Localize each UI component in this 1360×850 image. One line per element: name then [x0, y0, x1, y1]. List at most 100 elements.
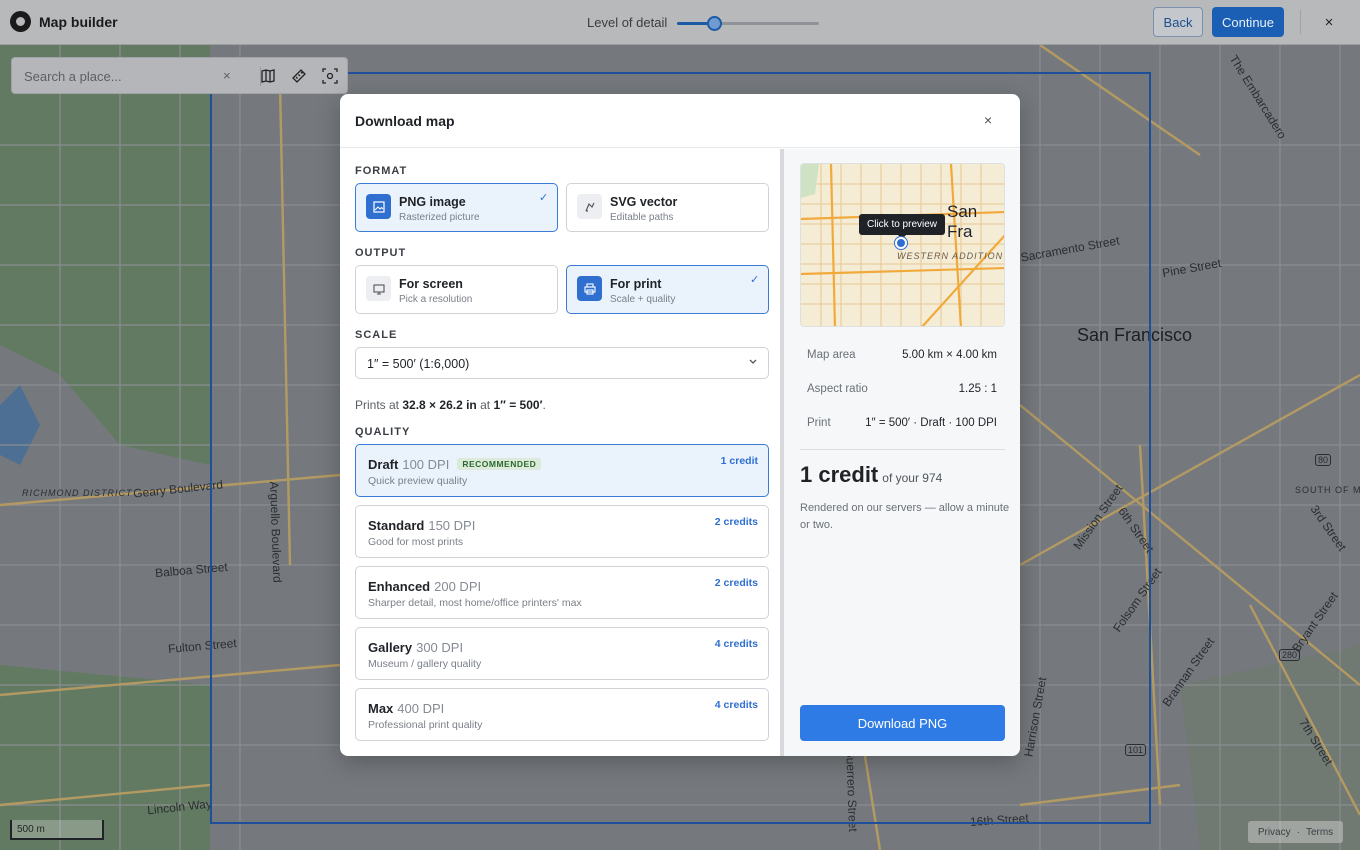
toolbar-divider	[1300, 10, 1301, 34]
format-svg-title: SVG vector	[610, 195, 678, 209]
stat-aspect-ratio: Aspect ratio 1.25 : 1	[807, 383, 997, 395]
output-print-subtitle: Scale + quality	[610, 294, 676, 305]
stat-value: 1″ = 500′ · Draft · 100 DPI	[865, 417, 997, 429]
dialog-close-icon[interactable]: ×	[984, 112, 992, 128]
quality-credits: 4 credits	[714, 699, 758, 711]
quality-credits: 2 credits	[714, 516, 758, 528]
chevron-down-icon	[748, 356, 758, 369]
summary-panel: San Fra WESTERN ADDITION Click to previe…	[784, 149, 1020, 756]
quality-credits: 1 credit	[720, 455, 758, 467]
scale-select[interactable]: 1″ = 500′ (1:6,000)	[355, 347, 769, 379]
format-svg-subtitle: Editable paths	[610, 212, 674, 223]
render-note: Rendered on our servers — allow a minute…	[800, 502, 1010, 531]
scale-section-label: SCALE	[355, 329, 398, 341]
dialog-header: Download map ×	[340, 94, 1020, 148]
credit-total: 1 credit	[800, 462, 879, 487]
recommended-badge: RECOMMENDED	[457, 458, 542, 470]
quality-credits: 2 credits	[714, 577, 758, 589]
map-icon[interactable]	[260, 68, 276, 84]
quality-gallery-card[interactable]: Gallery 300 DPI Museum / gallery quality …	[355, 627, 769, 680]
format-png-subtitle: Rasterized picture	[399, 212, 480, 223]
app-title: Map builder	[39, 13, 118, 30]
quality-description: Good for most prints	[368, 536, 464, 548]
check-icon: ✓	[539, 192, 549, 204]
privacy-link[interactable]: Privacy	[1258, 827, 1291, 838]
map-scale-bar: 500 m	[10, 820, 104, 840]
quality-enhanced-card[interactable]: Enhanced 200 DPI Sharper detail, most hom…	[355, 566, 769, 619]
output-screen-title: For screen	[399, 277, 463, 291]
stat-map-area: Map area 5.00 km × 4.00 km	[807, 349, 997, 361]
search-input[interactable]	[24, 69, 224, 84]
output-section-label: OUTPUT	[355, 247, 407, 259]
quality-standard-card[interactable]: Standard 150 DPI Good for most prints 2 c…	[355, 505, 769, 558]
quality-credits: 4 credits	[714, 638, 758, 650]
brand: Map builder	[10, 11, 118, 32]
quality-description: Sharper detail, most home/office printer…	[368, 597, 582, 609]
location-pin-icon	[895, 237, 907, 249]
stat-print: Print 1″ = 500′ · Draft · 100 DPI	[807, 417, 997, 429]
quality-description: Professional print quality	[368, 719, 483, 731]
prints-prefix: Prints at	[355, 398, 400, 412]
prints-size: 32.8 × 26.2 in	[402, 398, 477, 412]
credit-cost: 1 credit of your 974	[800, 462, 942, 488]
format-png-card[interactable]: PNG image Rasterized picture ✓	[355, 183, 558, 232]
terms-link[interactable]: Terms	[1306, 827, 1333, 838]
prints-size-text: Prints at 32.8 × 26.2 in at 1″ = 500′.	[355, 398, 546, 412]
slider-thumb[interactable]	[707, 15, 723, 31]
format-png-title: PNG image	[399, 195, 466, 209]
dialog-title: Download map	[355, 113, 455, 129]
options-panel: FORMAT PNG image Rasterized picture ✓ SV…	[340, 149, 780, 756]
stat-label: Aspect ratio	[807, 383, 868, 395]
check-icon: ✓	[750, 274, 760, 286]
stat-value: 5.00 km × 4.00 km	[902, 349, 997, 361]
back-button[interactable]: Back	[1153, 7, 1203, 37]
monitor-icon	[366, 276, 391, 301]
level-of-detail: Level of detail	[587, 15, 820, 31]
stat-label: Print	[807, 417, 831, 429]
ruler-icon[interactable]	[291, 68, 307, 84]
output-screen-subtitle: Pick a resolution	[399, 294, 473, 305]
quality-name: Enhanced 200 DPI	[368, 579, 482, 594]
level-of-detail-label: Level of detail	[587, 15, 668, 30]
close-icon[interactable]: ×	[1320, 13, 1338, 31]
prints-scale: 1″ = 500′	[493, 398, 543, 412]
preview-tooltip: Click to preview	[859, 214, 946, 239]
map-label-richmond: RICHMOND DISTRICT	[22, 488, 133, 498]
highway-80-shield: 80	[1315, 454, 1332, 466]
format-section-label: FORMAT	[355, 165, 408, 177]
format-svg-card[interactable]: SVG vector Editable paths	[566, 183, 769, 232]
footer-dot: ·	[1296, 826, 1300, 838]
quality-max-card[interactable]: Max 400 DPI Professional print quality 4 …	[355, 688, 769, 741]
vector-pen-icon	[577, 194, 602, 219]
download-png-button[interactable]: Download PNG	[800, 705, 1005, 741]
output-screen-card[interactable]: For screen Pick a resolution	[355, 265, 558, 314]
quality-name: Standard 150 DPI	[368, 518, 476, 533]
credit-balance: of your 974	[882, 471, 943, 485]
quality-name: Max 400 DPI	[368, 701, 445, 716]
output-print-card[interactable]: For print Scale + quality ✓	[566, 265, 769, 314]
image-icon	[366, 194, 391, 219]
prints-mid: at	[480, 398, 491, 412]
clear-search-icon[interactable]: ×	[223, 68, 231, 83]
map-preview-thumbnail[interactable]: San Fra WESTERN ADDITION Click to previe…	[800, 163, 1005, 327]
quality-draft-card[interactable]: Draft 100 DPI RECOMMENDED Quick preview qu…	[355, 444, 769, 497]
quality-section-label: QUALITY	[355, 426, 411, 438]
map-footer-links: Privacy · Terms	[1248, 821, 1343, 843]
continue-button[interactable]: Continue	[1212, 7, 1284, 37]
level-of-detail-slider[interactable]	[677, 15, 820, 31]
search-bar: ×	[11, 57, 348, 94]
scale-select-value: 1″ = 500′ (1:6,000)	[367, 357, 470, 371]
printer-icon	[577, 276, 602, 301]
output-print-title: For print	[610, 277, 662, 291]
select-area-icon[interactable]	[322, 68, 338, 84]
stat-label: Map area	[807, 349, 856, 361]
quality-name: Gallery 300 DPI	[368, 640, 464, 655]
top-bar: Map builder Level of detail Back Continu…	[0, 0, 1360, 45]
quality-name: Draft 100 DPI RECOMMENDED	[368, 457, 542, 472]
stat-value: 1.25 : 1	[958, 383, 997, 395]
download-map-dialog: Download map × FORMAT PNG image Rasteriz…	[340, 94, 1020, 756]
prints-suffix: .	[542, 398, 546, 412]
map-label-south-of-market: SOUTH OF MARKET	[1295, 485, 1360, 495]
summary-divider	[800, 449, 1005, 450]
highway-280-shield: 280	[1279, 649, 1301, 661]
